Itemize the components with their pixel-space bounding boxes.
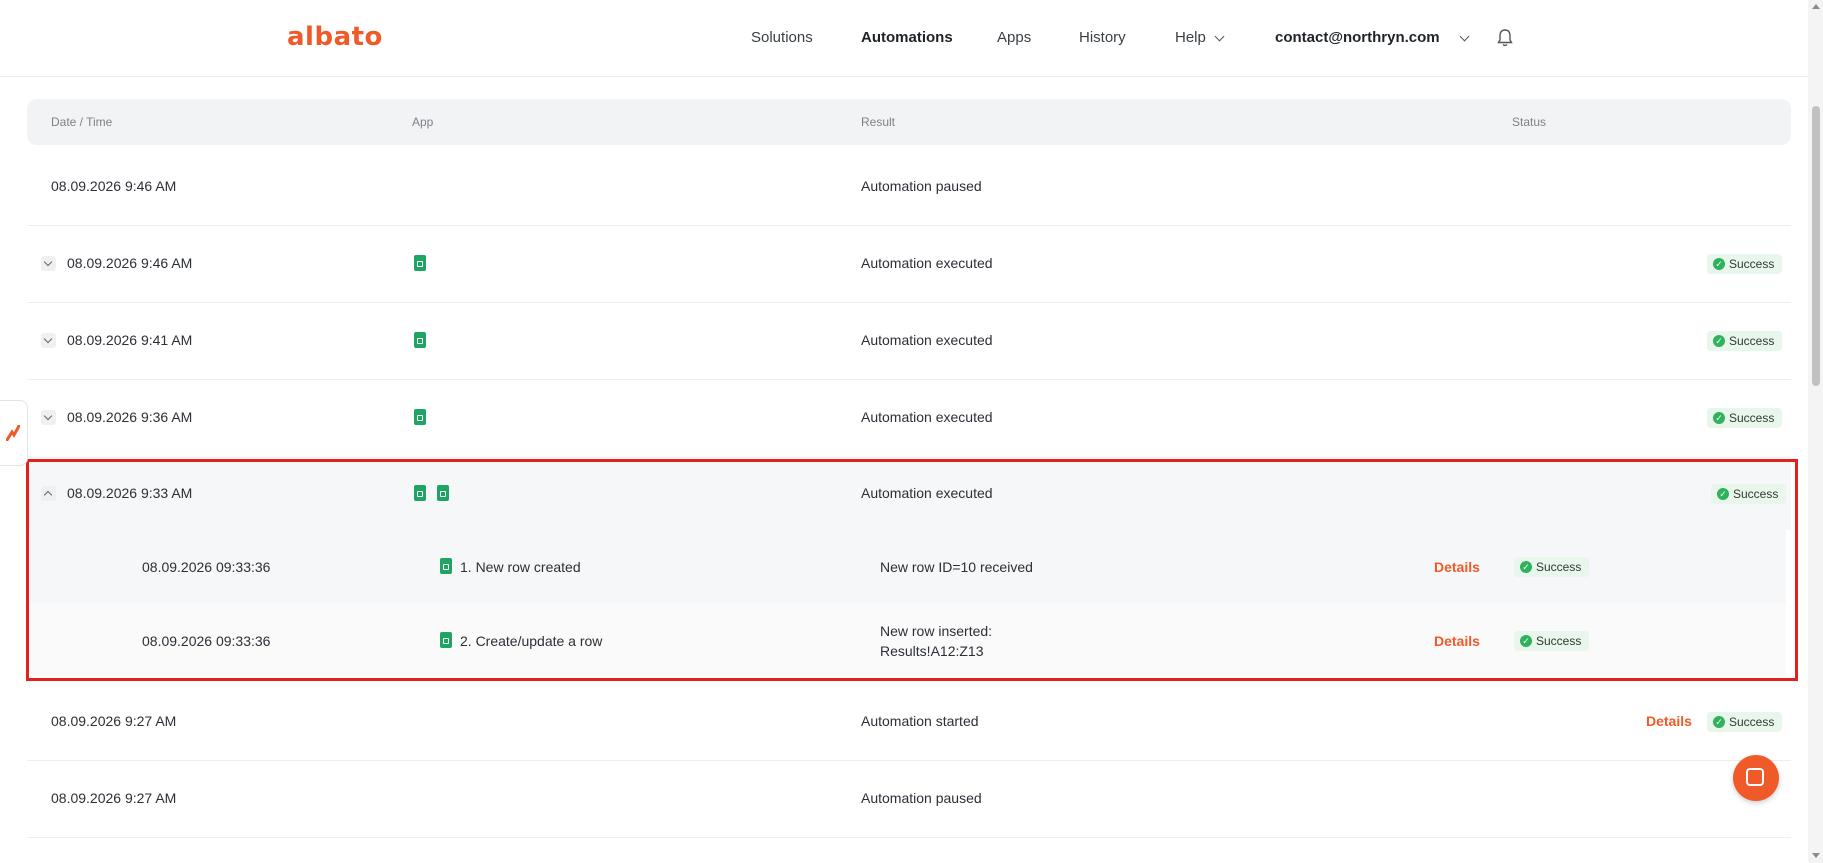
side-widget-tab[interactable] [0,400,28,466]
row-datetime: 08.09.2026 9:36 AM [67,409,193,425]
col-app: App [412,115,434,129]
table-row[interactable]: 08.09.2026 9:46 AM Automation paused [27,148,1791,226]
col-result: Result [861,115,896,129]
row-result: Automation started [861,713,979,729]
row-datetime: 08.09.2026 9:41 AM [67,332,193,348]
status-badge: Success [1707,712,1783,732]
help-chevron-down-icon[interactable] [1214,31,1225,42]
nav-solutions[interactable]: Solutions [751,29,813,46]
row-result: Automation paused [861,178,982,194]
expand-toggle[interactable] [41,333,56,348]
col-datetime: Date / Time [51,115,113,129]
page-scrollbar[interactable] [1808,0,1823,863]
row-datetime: 08.09.2026 9:27 AM [51,790,177,806]
table-row[interactable]: 08.09.2026 9:36 AM Automation executed S… [27,379,1791,457]
account-chevron-down-icon[interactable] [1459,31,1470,42]
col-status: Status [1512,115,1547,129]
top-header: albato Solutions Automations Apps Histor… [0,0,1808,77]
expand-toggle[interactable] [41,410,56,425]
nav-help[interactable]: Help [1175,29,1206,46]
nav-apps[interactable]: Apps [997,29,1031,46]
row-datetime: 08.09.2026 9:27 AM [51,713,177,729]
table-header: Date / Time App Result Status [27,99,1791,145]
google-sheets-icon [414,332,426,348]
details-link[interactable]: Details [1646,713,1692,729]
scroll-down-arrow-icon[interactable] [1812,853,1820,858]
nav-history[interactable]: History [1079,29,1126,46]
albato-mark-icon [6,425,20,441]
nav-automations[interactable]: Automations [861,29,953,46]
row-result: Automation executed [861,255,993,271]
row-result: Automation paused [861,790,982,806]
chat-icon [1746,768,1764,786]
status-badge: Success [1707,408,1783,428]
row-datetime: 08.09.2026 9:46 AM [51,178,177,194]
account-email[interactable]: contact@northryn.com [1275,29,1440,46]
google-sheets-icon [414,255,426,271]
highlight-frame [26,459,1798,681]
table-row[interactable]: 08.09.2026 9:27 AM Automation started De… [27,683,1791,761]
row-result: Automation executed [861,409,993,425]
row-datetime: 08.09.2026 9:46 AM [67,255,193,271]
table-row[interactable]: 08.09.2026 9:41 AM Automation executed S… [27,302,1791,380]
table-row[interactable]: 08.09.2026 9:27 AM Automation paused [27,760,1791,838]
chat-launcher-button[interactable] [1733,755,1779,801]
bell-icon[interactable] [1497,28,1513,48]
google-sheets-icon [414,409,426,425]
albato-logo[interactable]: albato [287,22,383,52]
status-badge: Success [1707,331,1783,351]
status-badge: Success [1707,254,1783,274]
scroll-up-arrow-icon[interactable] [1812,4,1820,9]
row-result: Automation executed [861,332,993,348]
expand-toggle[interactable] [41,256,56,271]
scroll-thumb[interactable] [1812,106,1820,386]
table-row[interactable]: 08.09.2026 9:46 AM Automation executed S… [27,225,1791,303]
